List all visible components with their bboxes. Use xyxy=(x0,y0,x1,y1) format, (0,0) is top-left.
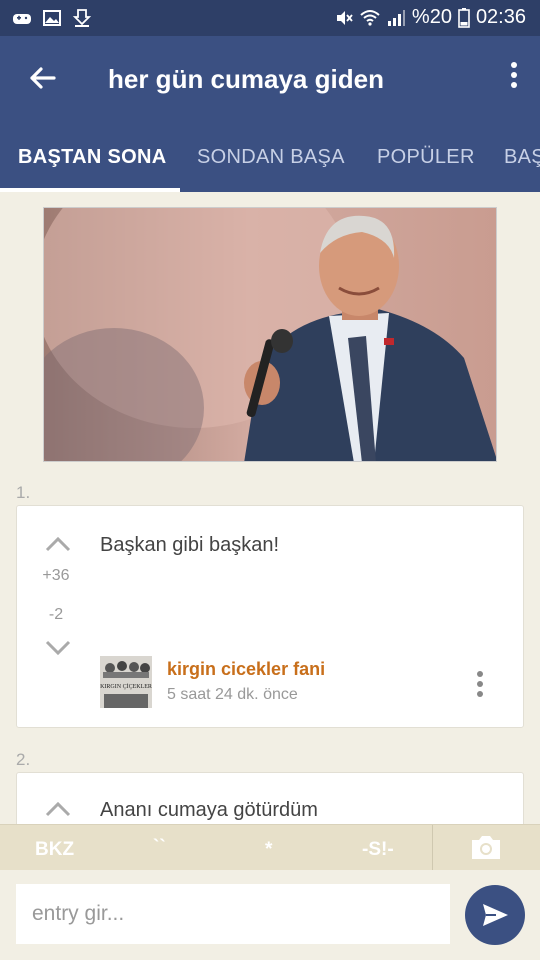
entry-time: 5 saat 24 dk. önce xyxy=(167,686,298,703)
tab-sondan-basa[interactable]: SONDAN BAŞA xyxy=(197,146,345,169)
clock: 02:36 xyxy=(475,6,526,28)
signal-icon xyxy=(387,9,405,26)
author-name[interactable]: kirgin cicekler fani xyxy=(167,659,325,680)
send-button[interactable] xyxy=(465,885,525,945)
battery-icon xyxy=(458,7,470,28)
tab-populer[interactable]: POPÜLER xyxy=(377,146,475,169)
app-toolbar: her gün cumaya giden xyxy=(0,36,540,120)
entry-input-bar xyxy=(0,870,540,960)
bkz-button[interactable]: BKZ xyxy=(35,839,74,861)
tab-bas[interactable]: BAŞ xyxy=(504,146,540,169)
spoiler-button[interactable]: -S!- xyxy=(362,839,394,861)
upvote-chevron-icon[interactable] xyxy=(43,534,73,554)
overflow-menu-icon[interactable] xyxy=(508,62,520,96)
entry-image[interactable] xyxy=(43,207,497,462)
camera-icon[interactable] xyxy=(470,833,502,861)
downvote-chevron-icon[interactable] xyxy=(43,638,73,658)
tab-indicator xyxy=(0,188,180,192)
entry-options-icon[interactable] xyxy=(475,671,485,701)
format-divider xyxy=(432,825,433,871)
format-bar: BKZ `` * -S!- xyxy=(0,824,540,871)
downvote-count: -2 xyxy=(48,606,64,623)
battery-percent: %20 xyxy=(411,6,452,28)
tab-bar: BAŞTAN SONA SONDAN BAŞA POPÜLER BAŞ xyxy=(0,120,540,192)
upvote-count: +36 xyxy=(42,567,70,584)
game-controller-icon xyxy=(13,14,31,24)
gallery-icon xyxy=(43,10,61,26)
back-arrow-icon[interactable] xyxy=(22,58,62,98)
download-icon xyxy=(72,9,92,27)
backtick-button[interactable]: `` xyxy=(153,837,166,859)
upvote-chevron-icon[interactable] xyxy=(43,799,73,819)
entry-text: Ananı cumaya götürdüm xyxy=(100,799,318,821)
send-icon xyxy=(483,904,508,926)
mute-icon xyxy=(336,10,353,25)
entry-input[interactable] xyxy=(16,884,450,944)
entry-number: 1. xyxy=(16,483,31,502)
speaker-photo xyxy=(44,208,496,461)
svg-text:KIRGIN ÇİÇEKLER: KIRGIN ÇİÇEKLER xyxy=(100,683,152,690)
entry-number: 2. xyxy=(16,750,31,769)
tab-bastan-sona[interactable]: BAŞTAN SONA xyxy=(18,146,167,169)
wifi-icon xyxy=(360,9,380,26)
star-button[interactable]: * xyxy=(265,839,272,861)
entry-text: Başkan gibi başkan! xyxy=(100,534,280,556)
author-avatar[interactable]: KIRGIN ÇİÇEKLER xyxy=(100,656,152,708)
page-title: her gün cumaya giden xyxy=(108,64,384,94)
entry-card: +36 -2 Başkan gibi başkan! KIRGIN ÇİÇEKL… xyxy=(16,505,524,728)
status-bar: %20 02:36 xyxy=(0,0,540,36)
